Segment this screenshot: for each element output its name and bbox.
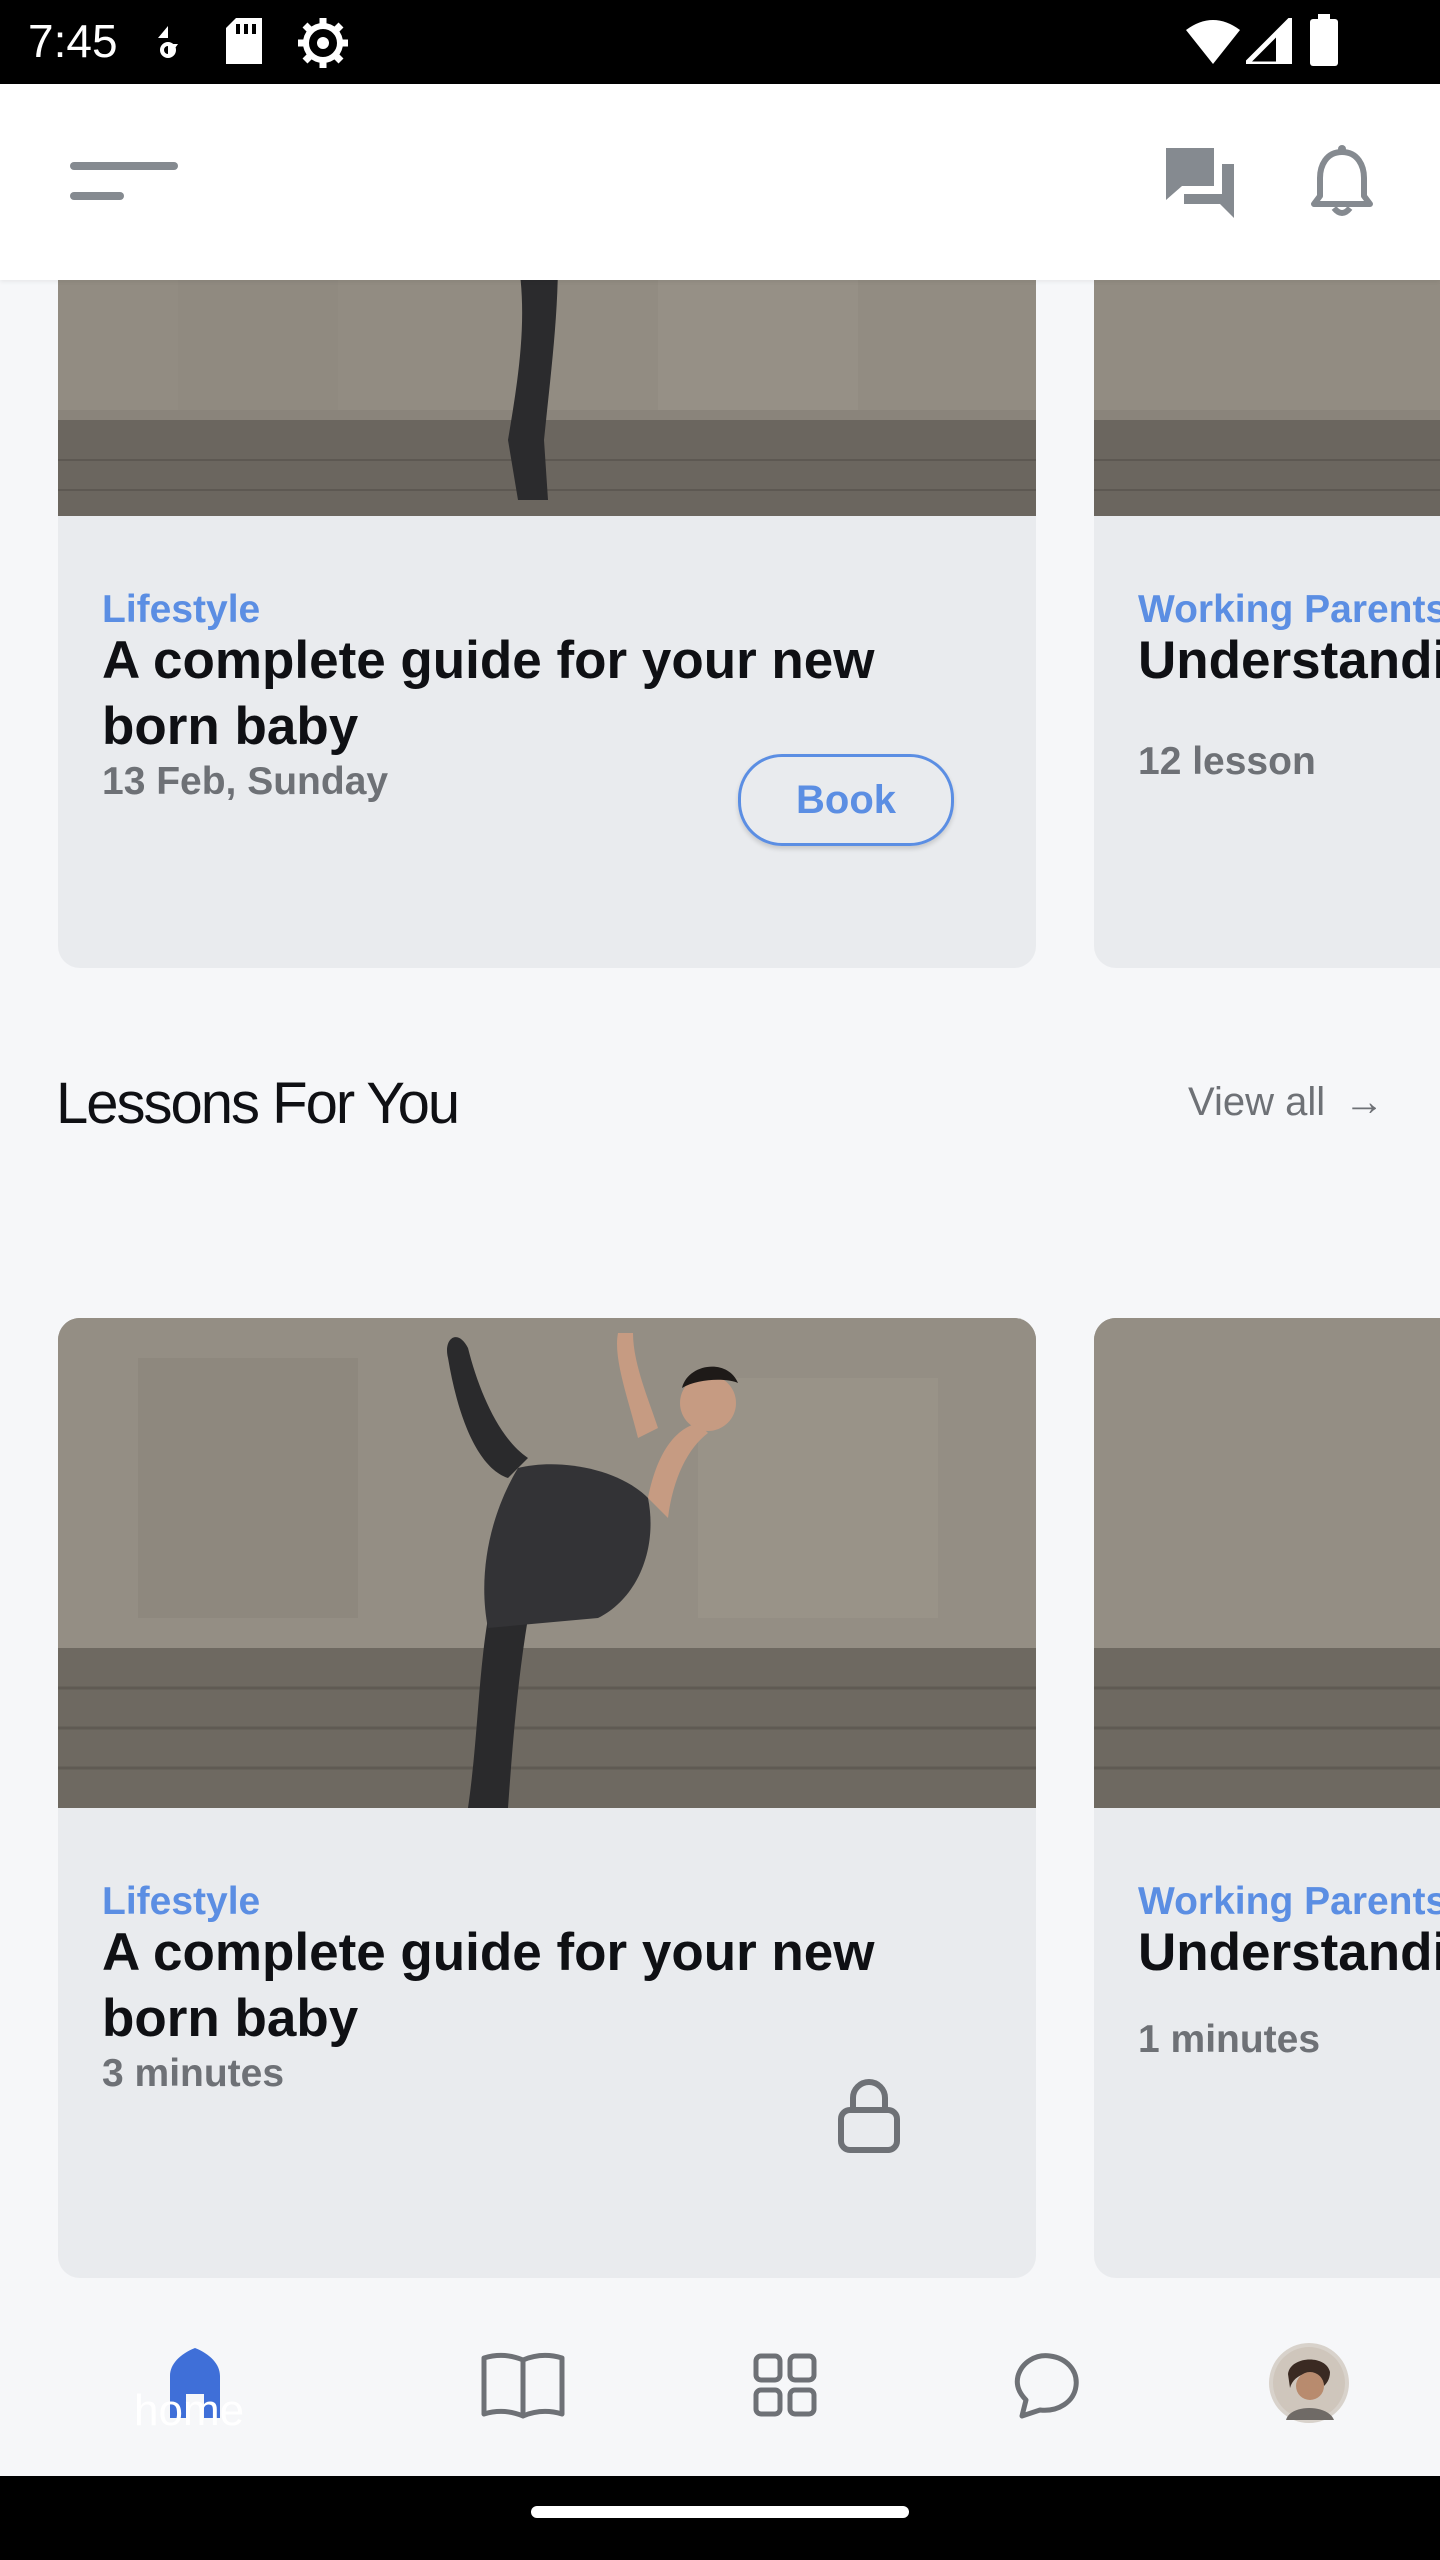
book-icon xyxy=(481,2352,565,2419)
system-gesture-bar xyxy=(0,2476,1440,2560)
sd-card-icon xyxy=(226,18,262,64)
card-date: 13 Feb, Sunday xyxy=(102,760,389,803)
lesson-photo xyxy=(1094,1318,1440,1808)
view-all-label: View all xyxy=(1188,1080,1326,1124)
lesson-count: 12 lesson xyxy=(1138,740,1316,783)
data-saver-icon xyxy=(158,26,178,58)
section-title: Lessons For You xyxy=(56,1071,460,1136)
book-button[interactable]: Book xyxy=(738,754,954,846)
card-category: Working Parents xyxy=(1138,1880,1440,1923)
card-title: Understandi xyxy=(1138,631,1440,690)
nav-categories[interactable] xyxy=(730,2328,840,2438)
home-gesture-handle[interactable] xyxy=(531,2506,909,2518)
grid-icon xyxy=(753,2353,817,2417)
course-photo-image xyxy=(1094,280,1440,516)
bottom-navigation: home xyxy=(0,2278,1440,2476)
status-time: 7:45 xyxy=(28,15,118,67)
yoga-photo-image xyxy=(58,1318,1036,1808)
lesson-card[interactable]: Working Parents Understandi 1 minutes xyxy=(1094,1318,1440,2278)
battery-icon xyxy=(1310,14,1338,66)
yoga-photo xyxy=(58,1318,1036,1808)
course-card[interactable]: Working Parents Understandi 12 lesson xyxy=(1094,280,1440,968)
yoga-photo xyxy=(58,280,1036,516)
wifi-icon xyxy=(1186,20,1240,64)
status-bar: 7:45 xyxy=(0,0,1440,84)
yoga-photo-image xyxy=(58,280,1036,516)
menu-line-top xyxy=(70,162,178,170)
arrow-right-icon: → xyxy=(1344,1080,1385,1124)
avatar xyxy=(1269,2343,1349,2423)
menu-line-bottom xyxy=(70,192,124,200)
nav-home-label: home xyxy=(134,2386,245,2435)
nav-profile[interactable] xyxy=(1254,2328,1364,2438)
card-category: Lifestyle xyxy=(102,1880,261,1923)
settings-gear-icon xyxy=(298,18,348,68)
event-card[interactable]: Lifestyle A complete guide for your new … xyxy=(58,280,1036,968)
lesson-photo-image xyxy=(1094,1318,1440,1808)
lock-icon xyxy=(838,2079,900,2153)
lesson-duration: 1 minutes xyxy=(1138,2018,1321,2061)
lesson-card[interactable]: Lifestyle A complete guide for your new … xyxy=(58,1318,1036,2278)
messages-icon[interactable] xyxy=(1160,142,1240,222)
card-title: A complete guide for your new born baby xyxy=(102,1923,875,2048)
card-title: A complete guide for your new born baby xyxy=(102,631,875,756)
card-title: Understandi xyxy=(1138,1923,1440,1982)
home-feed[interactable]: Lifestyle A complete guide for your new … xyxy=(0,280,1440,2278)
lesson-duration: 3 minutes xyxy=(102,2052,285,2095)
card-category: Lifestyle xyxy=(102,588,261,631)
course-photo xyxy=(1094,280,1440,516)
chat-bubble-icon xyxy=(1014,2353,1079,2419)
nav-home[interactable]: home xyxy=(134,2328,250,2438)
notification-bell-icon[interactable] xyxy=(1302,142,1382,222)
nav-chat[interactable] xyxy=(992,2328,1102,2438)
menu-button[interactable] xyxy=(70,162,180,212)
card-category: Working Parents xyxy=(1138,588,1440,631)
cell-signal-icon xyxy=(1246,18,1292,64)
nav-courses[interactable] xyxy=(468,2328,578,2438)
app-bar xyxy=(0,84,1440,280)
view-all-link[interactable]: View all → xyxy=(1188,1080,1384,1125)
